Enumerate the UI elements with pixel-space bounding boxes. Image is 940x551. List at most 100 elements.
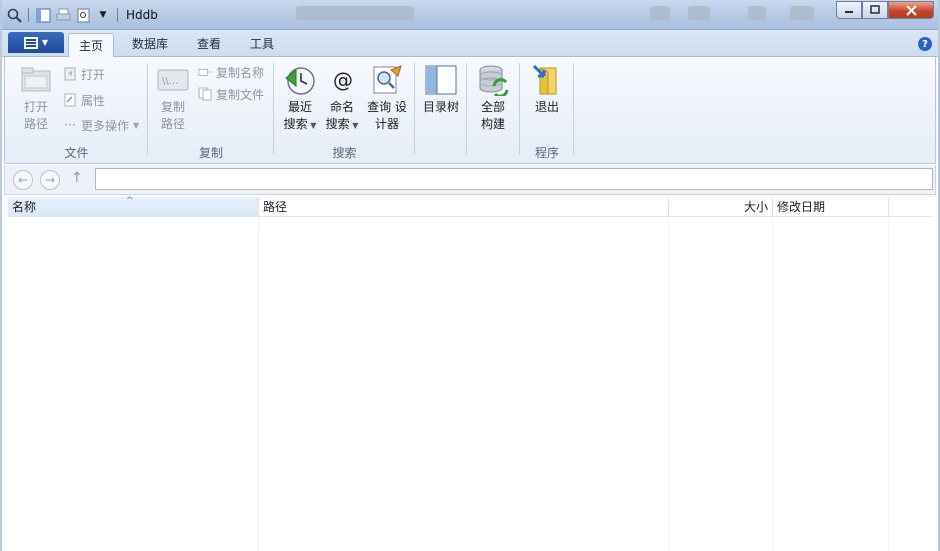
copy-name-label: 复制名称 xyxy=(216,65,265,80)
sort-ascending-icon: ^ xyxy=(126,196,134,206)
build-all-label: 全部 构建 xyxy=(480,100,505,131)
database-refresh-icon xyxy=(476,63,510,97)
maximize-button[interactable] xyxy=(862,1,888,19)
query-designer-button[interactable]: 查询 设 计器 xyxy=(364,63,410,133)
copy-name-button[interactable]: 复制名称 xyxy=(198,63,264,81)
column-divider xyxy=(258,218,259,551)
directory-tree-label: 目录树 xyxy=(422,100,459,114)
preview-icon[interactable] xyxy=(75,7,91,23)
exit-label: 退出 xyxy=(534,100,559,114)
query-designer-label: 查询 设 计器 xyxy=(367,100,407,131)
title-bar: ▼ Hddb xyxy=(0,0,940,30)
column-divider xyxy=(668,218,669,551)
tree-group: 目录树 xyxy=(415,57,467,164)
open-file-icon xyxy=(63,67,77,81)
copy-file-label: 复制文件 xyxy=(216,87,265,102)
close-button[interactable] xyxy=(888,1,934,19)
copy-group: \\... 复制 路径 复制名称 复制文件 复制 xyxy=(148,57,274,164)
blurred-title-area xyxy=(748,6,766,20)
minimize-icon xyxy=(845,11,853,13)
list-header: ^ 名称 路径 大小 修改日期 xyxy=(8,196,933,217)
printer-icon[interactable] xyxy=(55,7,71,23)
tab-view[interactable]: 查看 xyxy=(197,35,221,52)
column-name-label: 名称 xyxy=(12,200,37,214)
tab-home[interactable]: 主页 xyxy=(68,33,114,58)
quick-access-toolbar: ▼ Hddb xyxy=(6,5,158,25)
window-title: Hddb xyxy=(126,8,158,22)
open-button[interactable]: 打开 xyxy=(63,65,105,83)
column-header-filler xyxy=(889,197,933,217)
recent-search-button[interactable]: 最近 搜索 ▼ xyxy=(278,63,322,134)
copy-group-label: 复制 xyxy=(198,146,223,160)
navigation-bar: ← → ↑ xyxy=(4,165,936,195)
qat-separator xyxy=(28,8,29,22)
blurred-title-area xyxy=(650,6,670,20)
history-icon xyxy=(283,63,317,97)
more-actions-button[interactable]: ··· 更多操作 ▼ xyxy=(63,116,139,134)
search-group: 最近 搜索 ▼ @ 命名 搜索 ▼ 查询 设 计器 搜索 xyxy=(274,57,415,164)
forward-arrow-icon: → xyxy=(44,173,56,187)
forward-button[interactable]: → xyxy=(40,170,60,190)
ribbon-tab-row: ▼ 主页 数据库 查看 工具 ? xyxy=(0,30,940,58)
back-arrow-icon: ← xyxy=(17,173,29,187)
column-size-label: 大小 xyxy=(743,200,768,214)
qat-separator xyxy=(117,8,118,22)
layout-icon[interactable] xyxy=(35,7,51,23)
blurred-title-area xyxy=(688,6,710,20)
file-list[interactable] xyxy=(8,218,933,551)
folder-open-icon xyxy=(19,63,53,97)
copy-path-icon: \\... xyxy=(156,63,190,97)
help-icon[interactable]: ? xyxy=(918,37,932,51)
chevron-down-icon: ▼ xyxy=(307,121,317,130)
build-all-button[interactable]: 全部 构建 xyxy=(473,63,513,133)
blurred-title-area xyxy=(296,6,414,20)
column-divider xyxy=(888,218,889,551)
column-path-label: 路径 xyxy=(263,200,288,214)
column-header-size[interactable]: 大小 xyxy=(669,197,773,217)
minimize-button[interactable] xyxy=(836,1,862,19)
copy-file-button[interactable]: 复制文件 xyxy=(198,85,264,103)
chevron-down-icon: ▼ xyxy=(41,38,49,47)
file-menu-button[interactable]: ▼ xyxy=(8,32,64,53)
search-group-label: 搜索 xyxy=(332,146,357,160)
directory-tree-button[interactable]: 目录树 xyxy=(419,63,463,116)
more-actions-label: 更多操作 xyxy=(81,118,130,133)
maximize-icon xyxy=(870,5,880,14)
column-header-modified[interactable]: 修改日期 xyxy=(773,197,889,217)
tab-tools[interactable]: 工具 xyxy=(250,35,274,52)
at-sign-icon: @ xyxy=(325,63,359,97)
svg-text:@: @ xyxy=(333,68,353,92)
exit-button[interactable]: 退出 xyxy=(528,63,566,116)
search-icon[interactable] xyxy=(6,7,22,23)
open-label: 打开 xyxy=(81,67,106,82)
up-button[interactable]: ↑ xyxy=(71,170,83,186)
column-divider xyxy=(772,218,773,551)
tree-pane-icon xyxy=(424,63,458,97)
chevron-down-icon: ▼ xyxy=(133,120,140,130)
copy-name-icon xyxy=(198,65,212,79)
file-group-label: 文件 xyxy=(64,146,89,160)
svg-text:\\...: \\... xyxy=(162,76,178,87)
query-designer-icon xyxy=(370,63,404,97)
back-button[interactable]: ← xyxy=(13,170,33,190)
up-arrow-icon: ↑ xyxy=(71,170,83,186)
address-input[interactable] xyxy=(95,168,933,190)
name-search-button[interactable]: @ 命名 搜索 ▼ xyxy=(322,63,362,134)
ribbon: 打开 路径 打开 属性 ··· 更多操作 ▼ 文件 \\... 复制 路径 复制… xyxy=(4,57,936,164)
window-controls xyxy=(836,1,934,19)
properties-button[interactable]: 属性 xyxy=(63,91,105,109)
column-header-name[interactable]: ^ 名称 xyxy=(8,196,259,217)
properties-icon xyxy=(63,93,77,107)
column-header-path[interactable]: 路径 xyxy=(259,197,669,217)
open-path-button[interactable]: 打开 路径 xyxy=(13,63,59,133)
customize-qat-icon[interactable]: ▼ xyxy=(95,7,111,23)
copy-path-button[interactable]: \\... 复制 路径 xyxy=(154,63,192,133)
copy-file-icon xyxy=(198,87,212,101)
column-modified-label: 修改日期 xyxy=(777,200,826,214)
exit-door-icon xyxy=(530,63,564,97)
chevron-down-icon: ▼ xyxy=(349,121,359,130)
file-group: 打开 路径 打开 属性 ··· 更多操作 ▼ 文件 xyxy=(5,57,148,164)
close-icon xyxy=(905,4,917,16)
program-group: 退出 程序 xyxy=(520,57,574,164)
tab-database[interactable]: 数据库 xyxy=(132,35,168,52)
